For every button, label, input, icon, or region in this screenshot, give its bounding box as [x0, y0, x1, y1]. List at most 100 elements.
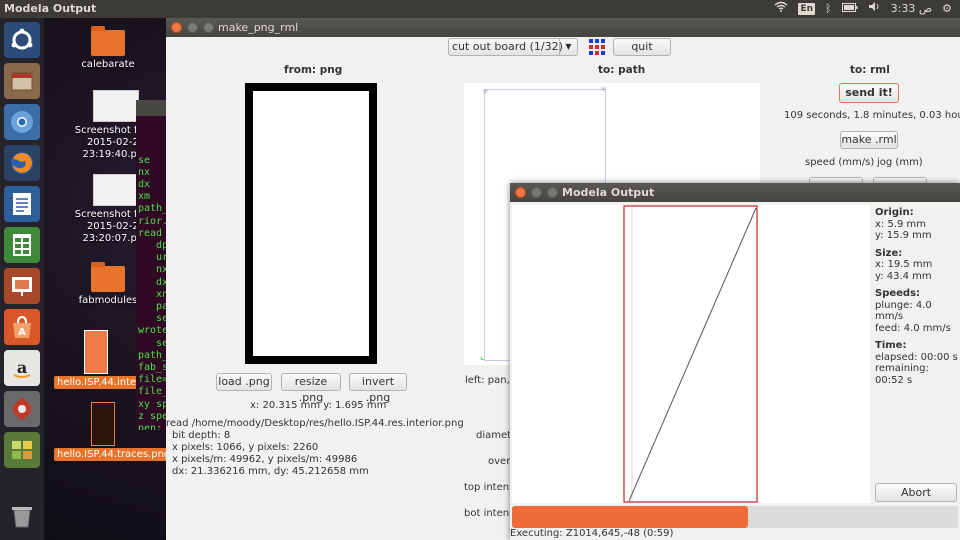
invert-png-button[interactable]: invert .png — [349, 373, 407, 404]
speeds-header: Speeds: — [875, 288, 921, 299]
time-estimate: 109 seconds, 1.8 minutes, 0.03 hours — [784, 110, 960, 121]
corner-marker-icon: ✳ — [482, 87, 489, 96]
info-line: x pixels/m: 49962, y pixels/m: 49986 — [172, 454, 358, 465]
folder-icon — [91, 26, 125, 56]
minimize-icon[interactable] — [531, 187, 542, 198]
battery-icon[interactable] — [841, 0, 858, 18]
close-icon[interactable] — [171, 22, 182, 33]
info-line: read /home/moody/Desktop/res/hello.ISP.4… — [166, 418, 464, 429]
close-icon[interactable] — [515, 187, 526, 198]
remaining-time: remaining: 00:52 s — [875, 363, 929, 386]
window-titlebar[interactable]: make_png_rml — [166, 18, 960, 37]
send-it-button[interactable]: send it! — [839, 83, 899, 103]
modela-output-window: Modela Output Origin: x: 5.9 mm y: 15.9 … — [510, 183, 960, 540]
keyboard-layout-indicator[interactable]: En — [798, 3, 815, 15]
maximize-icon[interactable] — [547, 187, 558, 198]
launcher: A a — [0, 18, 44, 540]
desktop-folder-icon[interactable]: fabmodules — [70, 262, 146, 307]
bluetooth-icon[interactable]: ᛒ — [825, 0, 832, 18]
impress-icon[interactable] — [4, 268, 40, 304]
window-title: make_png_rml — [218, 21, 299, 34]
job-info-panel: Origin: x: 5.9 mm y: 15.9 mm Size: x: 19… — [875, 205, 960, 386]
time-header: Time: — [875, 340, 907, 351]
image-thumbnail-icon — [91, 402, 115, 446]
size-x: x: 19.5 mm — [875, 259, 933, 270]
software-center-icon[interactable]: A — [4, 309, 40, 345]
quit-button[interactable]: quit — [613, 38, 671, 56]
load-png-button[interactable]: load .png — [216, 373, 272, 391]
dot-grid-icon[interactable] — [588, 38, 606, 56]
wifi-icon[interactable] — [774, 0, 788, 18]
png-interior — [253, 91, 369, 356]
trash-icon[interactable] — [4, 498, 40, 534]
origin-marker-icon: ⌞ — [480, 351, 485, 362]
image-thumbnail-icon — [93, 174, 139, 206]
pan-hint: left: pan, — [465, 375, 510, 386]
origin-x: x: 5.9 mm — [875, 218, 927, 230]
elapsed-time: elapsed: 00:00 s — [875, 351, 958, 363]
from-png-header: from: png — [284, 64, 343, 76]
origin-y: y: 15.9 mm — [875, 230, 932, 241]
speed-label: speed (mm/s) — [805, 157, 875, 168]
calc-icon[interactable] — [4, 227, 40, 263]
top-panel: Modela Output En ᛒ 3:33 ص ⚙ — [0, 0, 960, 18]
folder-icon — [91, 262, 125, 292]
clock[interactable]: 3:33 ص — [891, 0, 933, 18]
diameter-label: diamet — [476, 430, 512, 441]
system-tray: En ᛒ 3:33 ص ⚙ — [774, 0, 960, 18]
progress-fill — [512, 506, 749, 528]
progress-bar — [512, 506, 958, 528]
ubuntu-dash-icon[interactable] — [4, 22, 40, 58]
to-rml-header: to: rml — [850, 64, 890, 76]
svg-text:A: A — [18, 327, 26, 338]
size-header: Size: — [875, 247, 903, 259]
desktop-image-icon-selected[interactable]: hello.ISP.44.interior.png — [54, 330, 178, 389]
chevron-down-icon[interactable]: ▼ — [559, 39, 577, 55]
maximize-icon[interactable] — [203, 22, 214, 33]
mode-select-value: cut out board (1/32) — [452, 40, 563, 53]
top-intensity-label: top intens — [464, 482, 515, 493]
system-settings-icon[interactable] — [4, 391, 40, 427]
board-outline — [623, 205, 758, 503]
firefox-icon[interactable] — [4, 145, 40, 181]
minimize-icon[interactable] — [187, 22, 198, 33]
size-y: y: 43.4 mm — [875, 270, 932, 282]
window-title: Modela Output — [562, 186, 655, 199]
bottom-intensity-label: bot intens — [464, 508, 515, 519]
info-line: x pixels: 1066, y pixels: 2260 — [172, 442, 319, 453]
desktop-icon-label: hello.ISP.44.traces.png — [54, 448, 174, 461]
files-icon[interactable] — [4, 63, 40, 99]
toolpath-line — [628, 207, 757, 502]
image-thumbnail-icon — [84, 330, 108, 374]
workspace-switcher-icon[interactable] — [4, 432, 40, 468]
info-line: dx: 21.336216 mm, dy: 45.212658 mm — [172, 466, 369, 477]
to-path-header: to: path — [598, 64, 646, 76]
mode-select[interactable]: cut out board (1/32) ▼ — [448, 38, 578, 56]
desktop-folder-icon[interactable]: calebarate — [70, 26, 146, 71]
jog-label: jog (mm) — [877, 157, 923, 168]
amazon-icon[interactable]: a — [4, 350, 40, 386]
abort-button[interactable]: Abort — [875, 483, 957, 502]
volume-icon[interactable] — [868, 0, 881, 18]
image-thumbnail-icon — [93, 90, 139, 122]
plunge-speed: plunge: 4.0 mm/s — [875, 299, 932, 323]
toolpath-drawing — [623, 205, 758, 503]
desktop-icon-label: calebarate — [81, 59, 135, 70]
toolpath-canvas[interactable] — [512, 205, 870, 503]
status-line: Executing: Z1014,645,-48 (0:59) — [510, 528, 674, 539]
chromium-icon[interactable] — [4, 104, 40, 140]
svg-text:a: a — [17, 358, 27, 377]
info-line: bit depth: 8 — [172, 430, 231, 441]
origin-header: Origin: — [875, 207, 914, 218]
cursor-coordinates: x: 20.315 mm y: 1.695 mm — [250, 400, 387, 411]
feed-speed: feed: 4.0 mm/s — [875, 322, 951, 334]
png-preview[interactable] — [245, 83, 377, 364]
make-rml-button[interactable]: make .rml — [840, 131, 898, 149]
writer-icon[interactable] — [4, 186, 40, 222]
gear-icon[interactable]: ⚙ — [942, 0, 952, 18]
active-app-title: Modela Output — [4, 2, 97, 15]
corner-marker-icon: ✳ — [600, 85, 607, 94]
desktop-icon-label: fabmodules — [78, 295, 138, 306]
resize-png-button[interactable]: resize .png — [281, 373, 341, 404]
window-titlebar[interactable]: Modela Output — [510, 183, 960, 202]
